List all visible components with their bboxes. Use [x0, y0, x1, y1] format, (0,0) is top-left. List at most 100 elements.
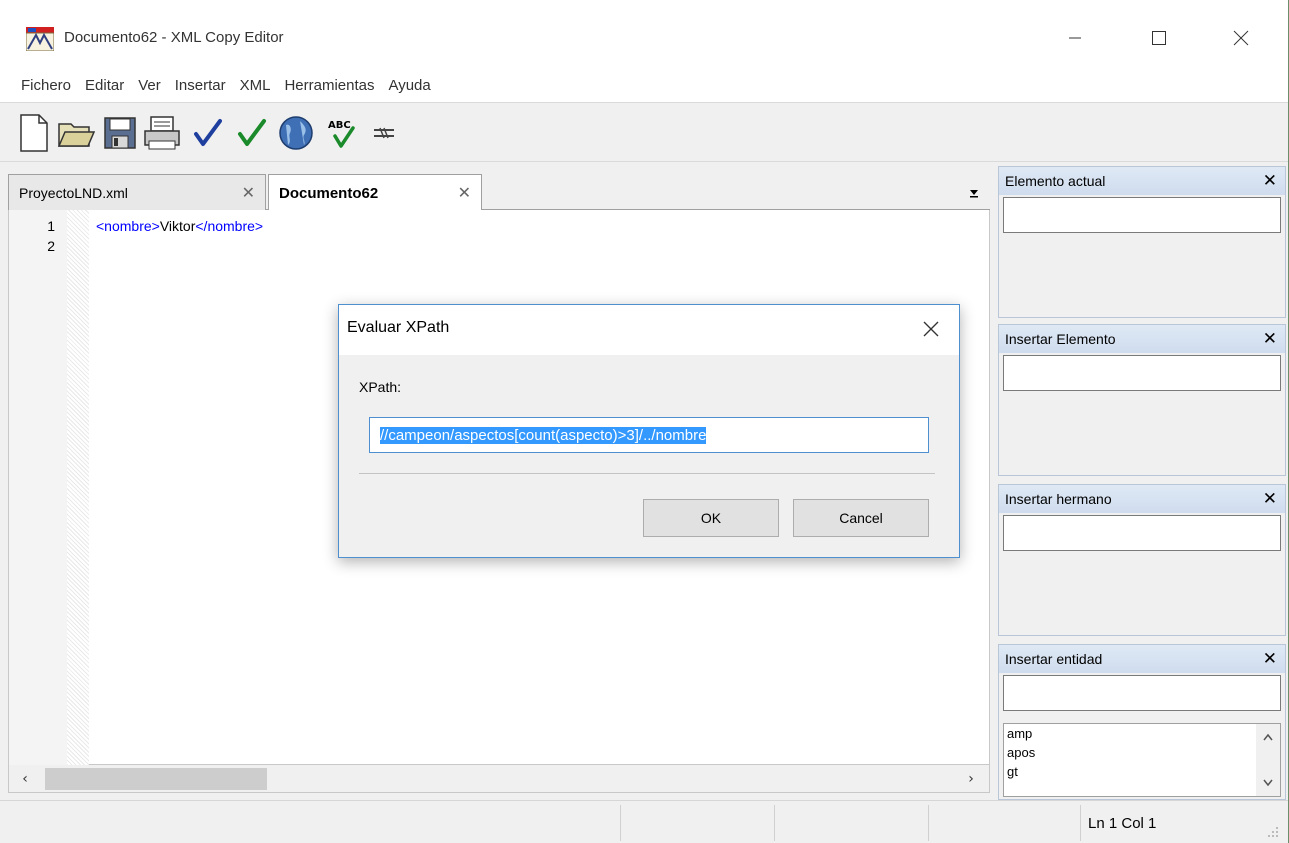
check-wellformed-icon: [194, 119, 222, 146]
xpath-input[interactable]: //campeon/aspectos[count(aspecto)>3]/../…: [369, 417, 929, 453]
save-button[interactable]: [100, 111, 140, 155]
panel-insertar-elemento: Insertar Elemento ✕: [998, 324, 1286, 476]
open-folder-icon: [57, 123, 95, 147]
window-title: Documento62 - XML Copy Editor: [64, 29, 284, 46]
print-button[interactable]: [142, 111, 182, 155]
menu-xml[interactable]: XML: [240, 77, 271, 94]
title-bar: Documento62 - XML Copy Editor: [0, 0, 1288, 68]
app-window: Documento62 - XML Copy Editor Fichero Ed…: [0, 0, 1289, 843]
panel-title: Elemento actual: [1005, 173, 1106, 189]
tab-list-dropdown[interactable]: [968, 186, 982, 202]
status-bar: Ln 1 Col 1: [0, 800, 1288, 843]
status-divider: [1080, 805, 1081, 841]
entity-list[interactable]: amp apos gt: [1003, 723, 1281, 797]
app-icon: [26, 27, 54, 51]
new-document-button[interactable]: [14, 111, 54, 155]
scroll-thumb[interactable]: [45, 768, 267, 790]
close-panel-icon[interactable]: ✕: [1263, 649, 1277, 669]
menu-fichero[interactable]: Fichero: [21, 77, 71, 94]
code-line: <nombre>Viktor</nombre>: [96, 218, 263, 234]
cursor-position: Ln 1 Col 1: [1088, 815, 1157, 832]
panel-header: Insertar entidad ✕: [999, 645, 1285, 673]
xml-close-tag: </nombre>: [195, 218, 264, 234]
tab-label: Documento62: [279, 184, 379, 202]
open-file-button[interactable]: [56, 111, 96, 155]
toolbar: ABC: [0, 102, 1288, 162]
browser-globe-icon: [279, 116, 313, 150]
list-item[interactable]: amp: [1004, 724, 1280, 743]
resize-grip-icon[interactable]: [1266, 825, 1280, 839]
xml-open-tag: <nombre>: [96, 218, 160, 234]
scroll-right-icon[interactable]: ›: [961, 769, 981, 789]
status-divider: [620, 805, 621, 841]
pretty-print-icon: [374, 127, 394, 139]
validate-icon: [238, 119, 266, 146]
horizontal-scrollbar[interactable]: ‹ ›: [8, 765, 990, 793]
chevron-up-icon[interactable]: [1262, 732, 1274, 742]
list-scrollbar[interactable]: [1256, 724, 1280, 796]
close-tab-icon[interactable]: ✕: [242, 183, 255, 203]
panel-header: Insertar Elemento ✕: [999, 325, 1285, 353]
spellcheck-icon: ABC: [328, 120, 355, 148]
tab-label: ProyectoLND.xml: [19, 184, 128, 201]
ok-button[interactable]: OK: [643, 499, 779, 537]
maximize-button[interactable]: [1136, 18, 1182, 58]
panel-insertar-entidad: Insertar entidad ✕ amp apos gt: [998, 644, 1286, 800]
menu-herramientas[interactable]: Herramientas: [284, 77, 374, 94]
dialog-close-button[interactable]: [917, 315, 945, 343]
panel-header: Insertar hermano ✕: [999, 485, 1285, 513]
minimize-icon: [1069, 37, 1081, 39]
save-icon: [104, 117, 136, 149]
browser-button[interactable]: [276, 111, 316, 155]
panel-header: Elemento actual ✕: [999, 167, 1285, 195]
xpath-selected-text: //campeon/aspectos[count(aspecto)>3]/../…: [380, 426, 707, 444]
chevron-down-icon[interactable]: [1262, 778, 1274, 788]
maximize-icon: [1152, 31, 1166, 45]
print-icon: [144, 116, 180, 150]
check-wellformed-button[interactable]: [188, 111, 228, 155]
menu-insertar[interactable]: Insertar: [175, 77, 226, 94]
close-icon: [923, 321, 939, 337]
spellcheck-button[interactable]: ABC: [322, 111, 362, 155]
panel-title: Insertar Elemento: [1005, 331, 1116, 347]
insertar-entidad-field[interactable]: [1003, 675, 1281, 711]
cancel-button[interactable]: Cancel: [793, 499, 929, 537]
scroll-left-icon[interactable]: ‹: [15, 769, 35, 789]
close-panel-icon[interactable]: ✕: [1263, 329, 1277, 349]
status-divider: [774, 805, 775, 841]
menu-editar[interactable]: Editar: [85, 77, 124, 94]
panel-insertar-hermano: Insertar hermano ✕: [998, 484, 1286, 636]
tab-documento62[interactable]: Documento62 ✕: [268, 174, 482, 211]
xpath-dialog: Evaluar XPath XPath: //campeon/aspectos[…: [338, 304, 960, 558]
xml-text: Viktor: [159, 218, 196, 234]
tab-proyectolnd[interactable]: ProyectoLND.xml ✕: [8, 174, 266, 210]
menu-bar: Fichero Editar Ver Insertar XML Herramie…: [0, 68, 1288, 102]
close-tab-icon[interactable]: ✕: [458, 183, 471, 203]
dialog-title: Evaluar XPath: [347, 319, 450, 336]
svg-text:ABC: ABC: [328, 120, 351, 131]
close-icon: [1233, 30, 1249, 46]
list-item[interactable]: apos: [1004, 743, 1280, 762]
insertar-hermano-field[interactable]: [1003, 515, 1281, 551]
pretty-print-button[interactable]: [364, 111, 404, 155]
list-item[interactable]: gt: [1004, 762, 1280, 781]
elemento-actual-field[interactable]: [1003, 197, 1281, 233]
line-number-gutter: 1 2: [9, 210, 67, 765]
close-panel-icon[interactable]: ✕: [1263, 489, 1277, 509]
close-window-button[interactable]: [1218, 18, 1264, 58]
panel-elemento-actual: Elemento actual ✕: [998, 166, 1286, 318]
new-document-icon: [20, 114, 48, 152]
dropdown-arrow-icon: [970, 190, 978, 198]
menu-ver[interactable]: Ver: [138, 77, 161, 94]
dialog-title-bar: Evaluar XPath: [339, 305, 959, 355]
minimize-button[interactable]: [1052, 18, 1098, 58]
xpath-label: XPath:: [359, 379, 402, 395]
panel-title: Insertar hermano: [1005, 491, 1112, 507]
tab-strip: ProyectoLND.xml ✕ Documento62 ✕: [8, 168, 990, 211]
insertar-elemento-field[interactable]: [1003, 355, 1281, 391]
menu-ayuda[interactable]: Ayuda: [388, 77, 430, 94]
validate-button[interactable]: [232, 111, 272, 155]
close-panel-icon[interactable]: ✕: [1263, 171, 1277, 191]
line-number: 2: [47, 238, 55, 254]
dialog-divider: [359, 473, 935, 474]
